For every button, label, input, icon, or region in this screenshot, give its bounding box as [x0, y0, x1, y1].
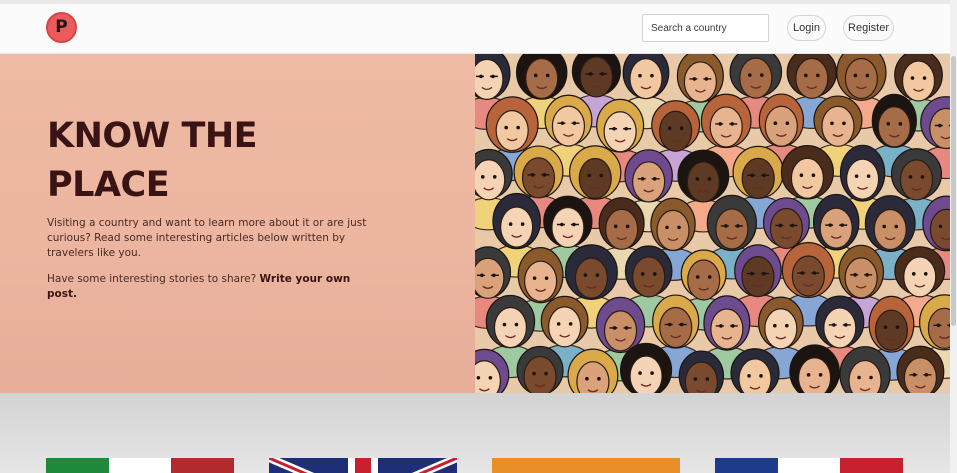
- hero-share-text: Have some interesting stories to share? …: [47, 272, 367, 302]
- crowd-faces-icon: [475, 54, 950, 393]
- search-input[interactable]: [642, 14, 769, 42]
- italy-flag-icon[interactable]: [46, 458, 234, 473]
- logo-letter: P: [55, 17, 68, 37]
- login-button[interactable]: Login: [787, 15, 826, 41]
- france-flag-icon[interactable]: [715, 458, 903, 473]
- logo[interactable]: P: [46, 12, 77, 43]
- hero-section: KNOW THE PLACE Visiting a country and wa…: [0, 54, 475, 393]
- navbar: P Login Register: [0, 4, 950, 54]
- scrollbar-thumb[interactable]: [951, 56, 956, 326]
- country-cards-section: [0, 393, 950, 473]
- hero-title: KNOW THE PLACE: [47, 116, 258, 205]
- uk-flag-icon[interactable]: [269, 458, 457, 473]
- india-flag-icon[interactable]: [492, 458, 680, 473]
- register-button[interactable]: Register: [843, 15, 894, 41]
- crowd-illustration: [475, 54, 950, 393]
- face-icon: [620, 342, 673, 393]
- share-prefix: Have some interesting stories to share?: [47, 273, 260, 285]
- hero-description: Visiting a country and want to learn mor…: [47, 217, 367, 259]
